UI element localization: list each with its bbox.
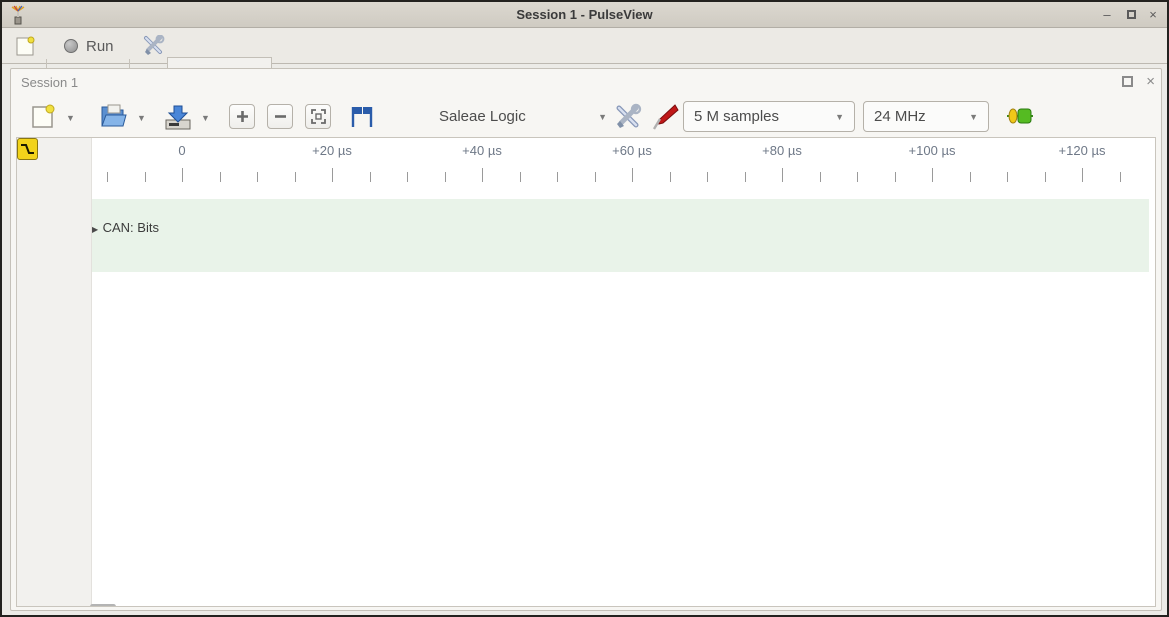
window-title: Session 1 - PulseView <box>2 7 1167 22</box>
trigger-falling-edge-icon[interactable] <box>17 138 38 160</box>
ruler-tick <box>707 172 708 182</box>
chevron-down-icon: ▼ <box>835 112 844 122</box>
run-label: Run <box>86 38 114 55</box>
new-file-button[interactable] <box>31 104 55 130</box>
zoom-fit-button[interactable] <box>305 104 331 129</box>
ruler-tick-label: +40 µs <box>462 143 502 158</box>
probe-icon <box>651 103 679 131</box>
minus-icon <box>274 110 287 123</box>
open-dropdown-arrow[interactable]: ▼ <box>137 113 146 123</box>
zoom-in-button[interactable] <box>229 104 255 129</box>
sample-count-select[interactable]: 5 M samples ▼ <box>683 101 855 132</box>
sample-rate-value: 24 MHz <box>874 108 926 125</box>
run-button[interactable]: Run <box>56 31 122 61</box>
maximize-button[interactable] <box>1123 7 1139 22</box>
subwindow-title: Session 1 <box>21 75 78 90</box>
ruler-tick <box>632 168 633 182</box>
add-decoder-button[interactable] <box>1005 107 1035 125</box>
sample-rate-select[interactable]: 24 MHz ▼ <box>863 101 989 132</box>
main-toolbar: Run Session 1 × <box>2 28 1167 64</box>
ruler-tick <box>670 172 671 182</box>
trace-view[interactable]: 0+20 µs+40 µs+60 µs+80 µs+100 µs+120 µs … <box>16 137 1156 607</box>
ruler-tick <box>1007 172 1008 182</box>
ruler-tick <box>332 168 333 182</box>
session-subwindow: Session 1 × ▼ ▼ <box>10 68 1162 611</box>
ruler-tick <box>895 172 896 182</box>
ruler-tick <box>857 172 858 182</box>
device-name: Saleae Logic <box>439 108 526 125</box>
pulseview-window: Session 1 - PulseView – × Run <box>0 0 1169 617</box>
new-session-button[interactable] <box>8 31 43 61</box>
ruler-tick <box>1082 168 1083 182</box>
flags-icon <box>349 105 375 129</box>
close-button[interactable]: × <box>1145 7 1161 22</box>
save-dropdown-arrow[interactable]: ▼ <box>201 113 210 123</box>
ruler-tick <box>970 172 971 182</box>
new-file-icon <box>31 104 55 130</box>
device-select[interactable]: Saleae Logic ▼ <box>439 101 607 132</box>
subwindow-restore-icon[interactable] <box>1122 76 1133 87</box>
ruler-tick <box>782 168 783 182</box>
ruler-tick <box>370 172 371 182</box>
open-file-button[interactable] <box>99 104 127 130</box>
chevron-down-icon: ▼ <box>969 112 978 122</box>
device-config-button[interactable] <box>614 103 642 131</box>
title-bar[interactable]: Session 1 - PulseView – × <box>2 2 1167 28</box>
ruler-tick-label: +80 µs <box>762 143 802 158</box>
save-button[interactable] <box>163 103 193 131</box>
decoder-icon <box>1005 107 1035 125</box>
ruler-tick <box>745 172 746 182</box>
open-folder-icon <box>99 104 127 130</box>
ruler-tick <box>932 168 933 182</box>
ruler-tick-label: +60 µs <box>612 143 652 158</box>
wrench-screwdriver-icon <box>143 35 165 57</box>
ruler-tick <box>820 172 821 182</box>
ruler-tick <box>520 172 521 182</box>
channel-tag-tx[interactable] <box>48 138 94 159</box>
run-state-icon <box>64 39 78 53</box>
new-session-icon <box>16 36 35 57</box>
minimize-button[interactable]: – <box>1099 7 1115 22</box>
ruler-tick <box>1045 172 1046 182</box>
ruler-tick <box>557 172 558 182</box>
ruler-tick <box>482 168 483 182</box>
wrench-screwdriver-icon <box>614 103 642 131</box>
ruler-tick-label: +20 µs <box>312 143 352 158</box>
ruler-tick <box>407 172 408 182</box>
subwindow-close-icon[interactable]: × <box>1146 73 1155 90</box>
ruler-tick <box>445 172 446 182</box>
horizontal-scrollbar[interactable] <box>90 604 116 607</box>
sample-count-value: 5 M samples <box>694 108 779 125</box>
zoom-out-button[interactable] <box>267 104 293 129</box>
tx-waveform[interactable] <box>17 138 317 288</box>
new-file-dropdown-arrow[interactable]: ▼ <box>66 113 75 123</box>
zoom-fit-icon <box>311 109 326 124</box>
chevron-down-icon: ▼ <box>598 112 607 122</box>
ruler-tick <box>1120 172 1121 182</box>
channels-button[interactable] <box>651 103 679 131</box>
session-toolbar: ▼ ▼ ▼ <box>11 99 1161 137</box>
plus-icon <box>236 110 249 123</box>
ruler-tick-label: +120 µs <box>1059 143 1106 158</box>
ruler-tick-label: +100 µs <box>909 143 956 158</box>
zoom-to-flags-button[interactable] <box>349 105 375 129</box>
save-icon <box>163 103 193 131</box>
ruler-tick <box>595 172 596 182</box>
